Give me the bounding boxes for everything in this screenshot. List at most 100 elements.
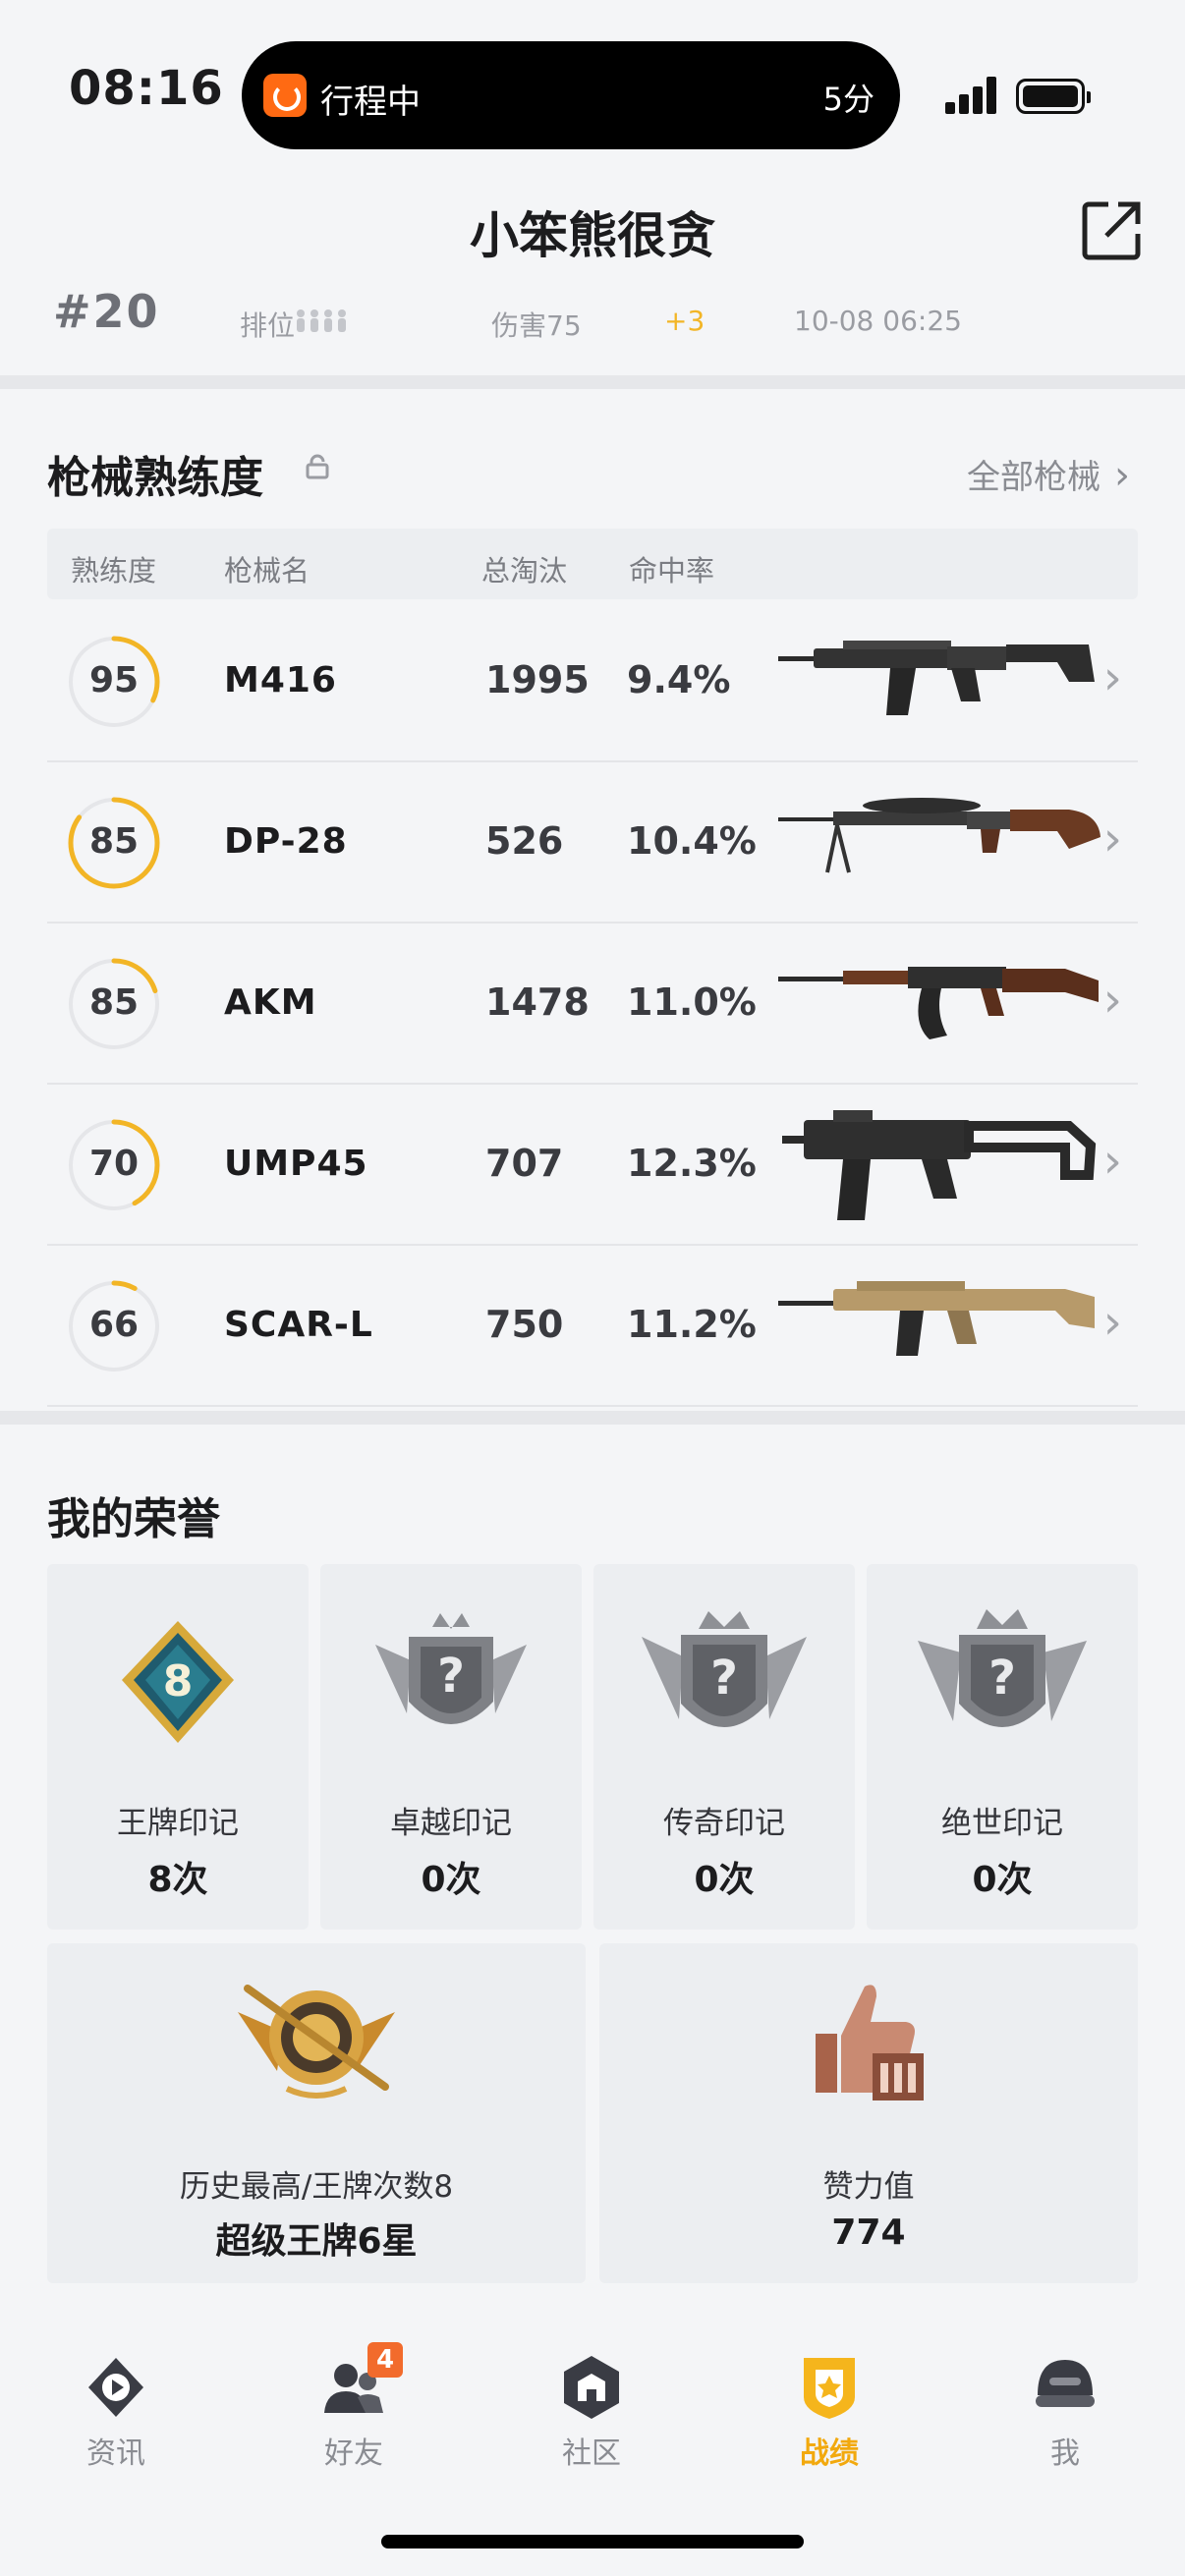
likes-value: 774 [831, 2212, 906, 2253]
header-accuracy: 命中率 [629, 554, 715, 588]
tab-label: 社区 [562, 2436, 621, 2471]
weapon-table-header: 熟练度 枪械名 总淘汰 命中率 [47, 529, 1138, 599]
weapon-accuracy: 11.0% [627, 980, 757, 1024]
weapon-image [778, 967, 1099, 1039]
section-divider [0, 375, 1185, 389]
tab-community[interactable]: 社区 [513, 2352, 670, 2472]
chevron-right-icon: › [1102, 1295, 1122, 1350]
tab-label: 好友 [324, 2436, 383, 2471]
honor-card-ace[interactable]: 8 王牌印记 8次 [47, 1564, 309, 1930]
chevron-right-icon: › [1102, 1134, 1122, 1189]
svg-text:?: ? [437, 1649, 465, 1704]
tab-bar: 资讯 4 好友 社区 战绩 我 [0, 2289, 1185, 2576]
honor-count: 0次 [972, 1860, 1033, 1900]
thumbs-up-icon [816, 1985, 924, 2100]
team-members-icon [297, 309, 346, 332]
tab-label: 资讯 [86, 2436, 145, 2471]
honors-title: 我的荣誉 [47, 1494, 220, 1544]
honor-name: 卓越印记 [390, 1806, 512, 1841]
ride-app-icon [263, 74, 307, 117]
weapon-row[interactable]: 85 AKM 1478 11.0% › [47, 924, 1138, 1085]
tab-label: 我 [1050, 2436, 1080, 2471]
honor-count: 0次 [421, 1860, 481, 1900]
tab-news[interactable]: 资讯 [37, 2352, 195, 2472]
news-icon [88, 2358, 143, 2417]
match-rating-delta: +3 [664, 305, 705, 337]
ace-mark-number: 8 [163, 1656, 194, 1707]
weapon-name: UMP45 [224, 1144, 368, 1184]
header-kills: 总淘汰 [481, 554, 568, 588]
trip-minutes: 5分 [822, 81, 875, 118]
match-rank: #20 [53, 285, 160, 338]
honor-name: 王牌印记 [117, 1806, 239, 1841]
chevron-right-icon: › [1102, 650, 1122, 705]
weapon-row[interactable]: 70 UMP45 707 12.3% › [47, 1085, 1138, 1246]
mastery-level: 85 [88, 821, 140, 862]
honor-count: 0次 [694, 1860, 755, 1900]
match-datetime: 10-08 06:25 [794, 305, 962, 337]
weapon-image [778, 641, 1095, 715]
stats-icon [804, 2358, 855, 2419]
weapon-image [782, 1110, 1097, 1220]
mastery-level: 85 [88, 982, 140, 1023]
locked-mark-badge-icon: ? [642, 1611, 807, 1727]
friends-notification-badge: 4 [367, 2342, 403, 2378]
match-mode: 排位 [240, 309, 296, 342]
likes-card[interactable]: 赞力值 774 [599, 1943, 1138, 2283]
weapon-kills: 707 [485, 1142, 564, 1185]
share-icon[interactable] [1081, 198, 1144, 261]
signal-icon [945, 77, 998, 114]
tab-profile[interactable]: 我 [987, 2352, 1144, 2472]
mastery-level: 70 [88, 1144, 140, 1184]
weapon-image [778, 1281, 1095, 1356]
honor-card-peerless[interactable]: ? 绝世印记 0次 [867, 1564, 1138, 1930]
weapon-row[interactable]: 85 DP-28 526 10.4% › [47, 762, 1138, 924]
trip-status: 行程中 [320, 83, 421, 122]
weapon-accuracy: 9.4% [627, 658, 731, 701]
locked-mark-badge-icon: ? [375, 1613, 527, 1724]
svg-text:?: ? [988, 1651, 1016, 1706]
tab-stats[interactable]: 战绩 [751, 2352, 908, 2472]
honor-count: 8次 [147, 1860, 208, 1900]
chevron-right-icon: › [1102, 973, 1122, 1028]
status-bar: 08:16 行程中 5分 [0, 0, 1185, 187]
weapon-row[interactable]: 95 M416 1995 9.4% › [47, 601, 1138, 762]
battery-icon [1016, 79, 1091, 114]
mastery-level: 95 [88, 660, 140, 700]
weapon-row[interactable]: 66 SCAR-L 750 11.2% › [47, 1246, 1138, 1407]
weapon-accuracy: 11.2% [627, 1303, 757, 1346]
peak-rank-card[interactable]: 历史最高/王牌次数8 超级王牌6星 [47, 1943, 586, 2283]
match-damage: 伤害75 [491, 309, 582, 342]
clock: 08:16 [69, 61, 224, 116]
weapon-name: AKM [224, 982, 317, 1023]
peak-rank-value: 超级王牌6星 [215, 2221, 418, 2262]
honor-card-legend[interactable]: ? 传奇印记 0次 [593, 1564, 855, 1930]
weapon-accuracy: 12.3% [627, 1142, 757, 1185]
dynamic-island[interactable]: 行程中 5分 [242, 41, 900, 149]
mastery-level: 66 [88, 1305, 140, 1345]
weapon-name: M416 [224, 660, 337, 700]
weapon-kills: 750 [485, 1303, 564, 1346]
home-indicator[interactable] [381, 2535, 804, 2548]
section-divider [0, 1411, 1185, 1425]
tab-friends[interactable]: 4 好友 [275, 2342, 432, 2472]
weapon-kills: 1478 [485, 980, 590, 1024]
all-weapons-link[interactable]: 全部枪械 [967, 450, 1130, 498]
honor-card-excellence[interactable]: ? 卓越印记 0次 [320, 1564, 582, 1930]
profile-icon [1036, 2360, 1095, 2407]
page-title: 小笨熊很贪 [470, 207, 715, 264]
match-history-row[interactable]: #20 排位 伤害75 +3 10-08 06:25 [0, 275, 1185, 373]
chevron-right-icon: › [1102, 812, 1122, 867]
weapon-image [778, 798, 1100, 873]
locked-mark-badge-icon: ? [918, 1609, 1087, 1727]
tab-label: 战绩 [800, 2436, 859, 2471]
community-icon [564, 2356, 619, 2419]
likes-label: 赞力值 [822, 2169, 915, 2205]
weapon-kills: 1995 [485, 658, 590, 701]
weapon-name: SCAR-L [224, 1305, 373, 1345]
weapon-kills: 526 [485, 819, 564, 863]
weapon-accuracy: 10.4% [627, 819, 757, 863]
lock-icon[interactable] [305, 454, 330, 479]
honor-name: 传奇印记 [663, 1806, 785, 1841]
honor-name: 绝世印记 [941, 1806, 1063, 1841]
